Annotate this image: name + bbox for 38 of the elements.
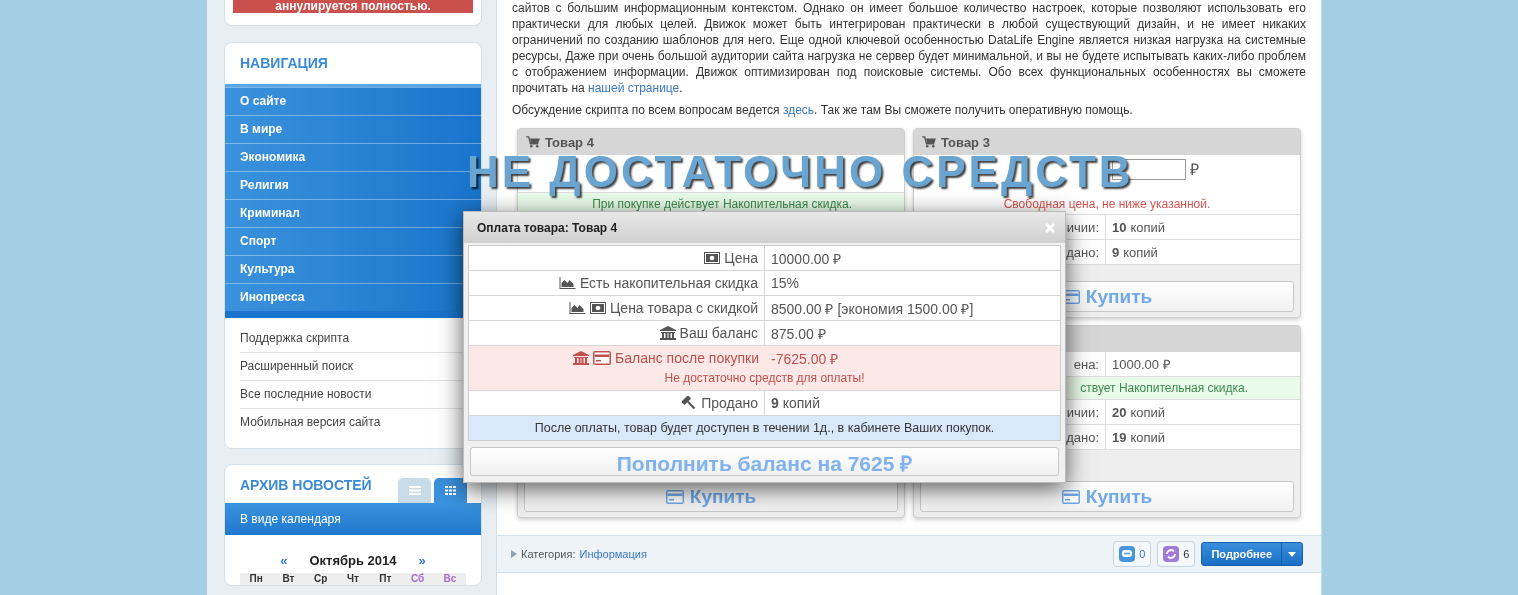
weekday-label: Сб	[409, 573, 426, 585]
dialog-row-value: 10000.00 ₽	[770, 249, 843, 268]
weekday-label: Ср	[313, 573, 329, 585]
article-paragraph: сайтов с большим информационным контекстом. Однако он имеет большое количество настроек, которые позволяют использовать его практически для любых целей. Движок может быть интегрирован практически в любой существующий дизайн, и не имеет никаких ограничений по созданию шаблонов для него. Еще одной ключевой особенностью DataLife Engine является низкая нагрузка на системные ресурсы, Даже при очень большой аудитории сайта нагрузка не сервер будет минимальной, и вы не будете испытывать каких-либо проблем с отображением информации. Движок оптимизирован под поисковые системы. Обо всех функциональных особенностях вы сможете прочитать на нашей странице.	[512, 0, 1306, 96]
discount-note: При покупке действует Накопительная скидка.	[592, 197, 852, 211]
dialog-row-label: Ваш баланс	[469, 321, 765, 345]
weekday-label: Вт	[281, 573, 296, 585]
dialog-row-label: Цена товара с скидкой	[469, 296, 765, 320]
dialog-row-value: 15%	[770, 275, 801, 291]
product-title: Товар 4	[545, 134, 594, 150]
price-hint: Свободная цена, не ниже указанной.	[1003, 197, 1212, 211]
notice-banner: аннулируется полностью.	[233, 0, 473, 13]
category-label: Категория:	[521, 548, 576, 560]
row-value: 9 копий	[1111, 244, 1159, 260]
weekday-label: Чт	[346, 573, 360, 585]
row-value: 19 копий	[1111, 429, 1167, 445]
dialog-row-value: -7625.00 ₽	[770, 349, 840, 368]
dialog-row-label: Продано	[469, 391, 765, 415]
price-value: 1000.00 ₽	[1111, 356, 1172, 373]
calendar-month: Октябрь 2014	[309, 552, 397, 568]
dialog-row-label: Цена	[469, 246, 765, 270]
product-title: Товар 3	[941, 134, 990, 150]
dialog-row-label: Есть накопительная скидка	[469, 271, 765, 295]
row-value: 20 копий	[1111, 404, 1167, 420]
row-value: 10 копий	[1111, 219, 1167, 235]
dialog-row-label: Баланс после покупки	[469, 346, 765, 370]
dialog-row-value: 875.00 ₽	[770, 324, 827, 343]
block-title: НАВИГАЦИЯ	[239, 54, 329, 73]
weekday-label: Пн	[248, 573, 264, 585]
info-message: После оплаты, товар будет доступен в течении 1д., в кабинете Ваших покупок.	[469, 416, 1060, 440]
error-message: Не достаточно средств для оплаты!	[663, 370, 866, 386]
block-title: АРХИВ НОВОСТЕЙ	[239, 475, 372, 495]
article-paragraph: Обсуждение скрипта по всем вопросам ведется здесь. Так же там Вы сможете получить оперативную помощь.	[512, 102, 1134, 118]
discount-note: ствует Накопительная скидка.	[1080, 381, 1248, 395]
dialog-row-value: 9 копий	[770, 395, 821, 411]
currency-sign: ₽	[1190, 160, 1199, 180]
weekday-label: Пт	[378, 573, 393, 585]
weekday-label: Вс	[442, 573, 458, 585]
